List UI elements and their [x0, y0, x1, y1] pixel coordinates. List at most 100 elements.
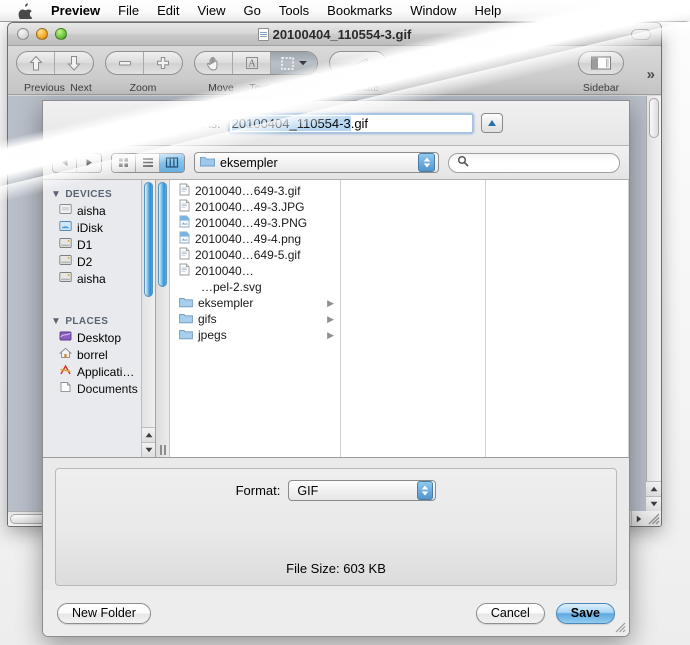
list-item-label: jpegs: [198, 328, 227, 342]
sidebar-item-applications[interactable]: Applicati…: [43, 363, 155, 380]
window-titlebar[interactable]: 20100404_110554-3.gif: [8, 23, 661, 46]
list-item-label: …pel-2.svg: [201, 280, 262, 294]
sidebar-item-desktop[interactable]: Desktop: [43, 329, 155, 346]
sidebar-section-places[interactable]: ▼ PLACES: [43, 313, 155, 329]
dialog-resize-grip[interactable]: [614, 621, 626, 633]
list-item-label: 2010040…: [195, 264, 254, 278]
vertical-scroll-arrows[interactable]: [646, 481, 661, 511]
list-item[interactable]: 2010040…649-3.gif: [171, 183, 340, 199]
sidebar-item-idisk[interactable]: iDisk: [43, 219, 155, 236]
scroll-right-arrow-icon[interactable]: [631, 511, 646, 526]
sidebar-item-documents[interactable]: Documents: [43, 380, 155, 397]
list-item[interactable]: 2010040…49-4.png: [171, 231, 340, 247]
save-button[interactable]: Save: [555, 602, 615, 624]
sidebar-item-aisha[interactable]: aisha: [43, 202, 155, 219]
back-button[interactable]: [53, 153, 77, 172]
sidebar-scroll-up-icon[interactable]: [142, 427, 155, 442]
list-item[interactable]: jpegs ▶: [171, 327, 340, 343]
list-item-label: 2010040…49-3.PNG: [195, 216, 308, 230]
sidebar-toggle-button[interactable]: [579, 52, 623, 74]
list-item[interactable]: 2010040…49-3.JPG: [171, 199, 340, 215]
sidebar-scroll-down-icon[interactable]: [142, 442, 155, 457]
list-view-button[interactable]: [136, 153, 160, 172]
zoom-in-button[interactable]: [144, 52, 182, 74]
browser-column-2[interactable]: [341, 180, 486, 457]
zoom-button[interactable]: [55, 28, 67, 40]
sidebar-icon: [591, 56, 611, 70]
format-row: Format: GIF: [236, 480, 437, 501]
browser-column-1[interactable]: 2010040…649-3.gif 2010040…49-3.JPG 20100…: [156, 180, 341, 457]
column-1-scrollbar[interactable]: [156, 180, 170, 457]
toolbar-toggle-button[interactable]: [631, 28, 651, 40]
list-item[interactable]: …pel-2.svg: [171, 279, 340, 295]
next-label: Next: [70, 82, 92, 94]
column-1-resize-grip[interactable]: [160, 445, 167, 455]
scroll-up-arrow-icon[interactable]: [646, 481, 661, 496]
sidebar-scroll-arrows[interactable]: [142, 427, 155, 457]
menu-item-file[interactable]: File: [109, 2, 148, 20]
list-item[interactable]: eksempler ▶: [171, 295, 340, 311]
menu-item-preview[interactable]: Preview: [42, 2, 109, 20]
document-vertical-scrollbar[interactable]: [646, 96, 661, 511]
annotate-button[interactable]: [330, 52, 386, 74]
back-forward-group: [52, 152, 102, 173]
toolbar: Previous Next Zoom A Move Text Select An…: [8, 46, 661, 95]
cancel-button[interactable]: Cancel: [475, 602, 545, 624]
list-item[interactable]: 2010040…649-5.gif: [171, 247, 340, 263]
desktop-icon: [59, 330, 72, 345]
list-item[interactable]: gifs ▶: [171, 311, 340, 327]
list-item[interactable]: 2010040…49-3.PNG: [171, 215, 340, 231]
menu-item-bookmarks[interactable]: Bookmarks: [318, 2, 401, 20]
scroll-down-arrow-icon[interactable]: [646, 496, 661, 511]
vertical-scrollbar-thumb[interactable]: [649, 98, 659, 138]
text-tool-button[interactable]: A: [233, 52, 271, 74]
column-1-scrollbar-thumb[interactable]: [158, 182, 167, 287]
png-file-icon: [179, 215, 190, 231]
plus-icon: [157, 57, 169, 69]
list-item[interactable]: 2010040…: [171, 263, 340, 279]
zoom-out-button[interactable]: [106, 52, 144, 74]
sidebar-scrollbar-thumb[interactable]: [144, 182, 153, 297]
icon-view-button[interactable]: [112, 153, 136, 172]
toolbar-overflow-button[interactable]: »: [647, 66, 655, 83]
toolbar-group-sidebar: Sidebar: [578, 51, 635, 94]
sidebar-section-devices[interactable]: ▼ DEVICES: [43, 186, 155, 202]
apple-menu-icon[interactable]: [0, 2, 42, 19]
search-icon: [457, 155, 469, 170]
sidebar-item-d2[interactable]: D2: [43, 253, 155, 270]
menu-item-edit[interactable]: Edit: [148, 2, 188, 20]
location-popup-button[interactable]: eksempler: [194, 152, 439, 173]
next-button[interactable]: [55, 52, 93, 74]
new-folder-button[interactable]: New Folder: [57, 602, 151, 624]
file-size-value: 603 KB: [343, 561, 386, 576]
sidebar-item-borrel[interactable]: borrel: [43, 346, 155, 363]
sidebar-item-d1[interactable]: D1: [43, 236, 155, 253]
window-resize-grip[interactable]: [646, 511, 661, 526]
menu-item-go[interactable]: Go: [234, 2, 269, 20]
menu-item-window[interactable]: Window: [401, 2, 465, 20]
select-tool-button[interactable]: [271, 52, 317, 74]
file-name-input[interactable]: 20100404_110554-3.gif: [227, 112, 474, 134]
disclosure-triangle-icon[interactable]: ▼: [51, 316, 61, 327]
previous-button[interactable]: [17, 52, 55, 74]
harddisk-icon: [59, 203, 72, 218]
menu-item-tools[interactable]: Tools: [270, 2, 318, 20]
forward-button[interactable]: [77, 153, 101, 172]
expand-dialog-button[interactable]: [480, 113, 503, 133]
menu-item-help[interactable]: Help: [465, 2, 510, 20]
browser-column-3[interactable]: [486, 180, 629, 457]
sidebar-scrollbar[interactable]: [141, 180, 155, 457]
close-button[interactable]: [17, 28, 29, 40]
list-item-label: 2010040…49-4.png: [195, 232, 302, 246]
sidebar-item-aisha-2[interactable]: aisha: [43, 270, 155, 287]
format-selected-value: GIF: [297, 483, 319, 498]
minimize-button[interactable]: [36, 28, 48, 40]
column-view-button[interactable]: [160, 153, 184, 172]
disclosure-triangle-icon[interactable]: ▼: [51, 189, 61, 200]
format-select[interactable]: GIF: [288, 480, 437, 501]
sidebar-item-label: Applicati…: [77, 364, 135, 379]
menu-item-view[interactable]: View: [189, 2, 235, 20]
move-tool-button[interactable]: [195, 52, 233, 74]
sidebar: ▼ DEVICES aisha iDisk D1 D2 aisha ▼ PLAC…: [43, 180, 156, 457]
search-input[interactable]: [448, 152, 620, 173]
